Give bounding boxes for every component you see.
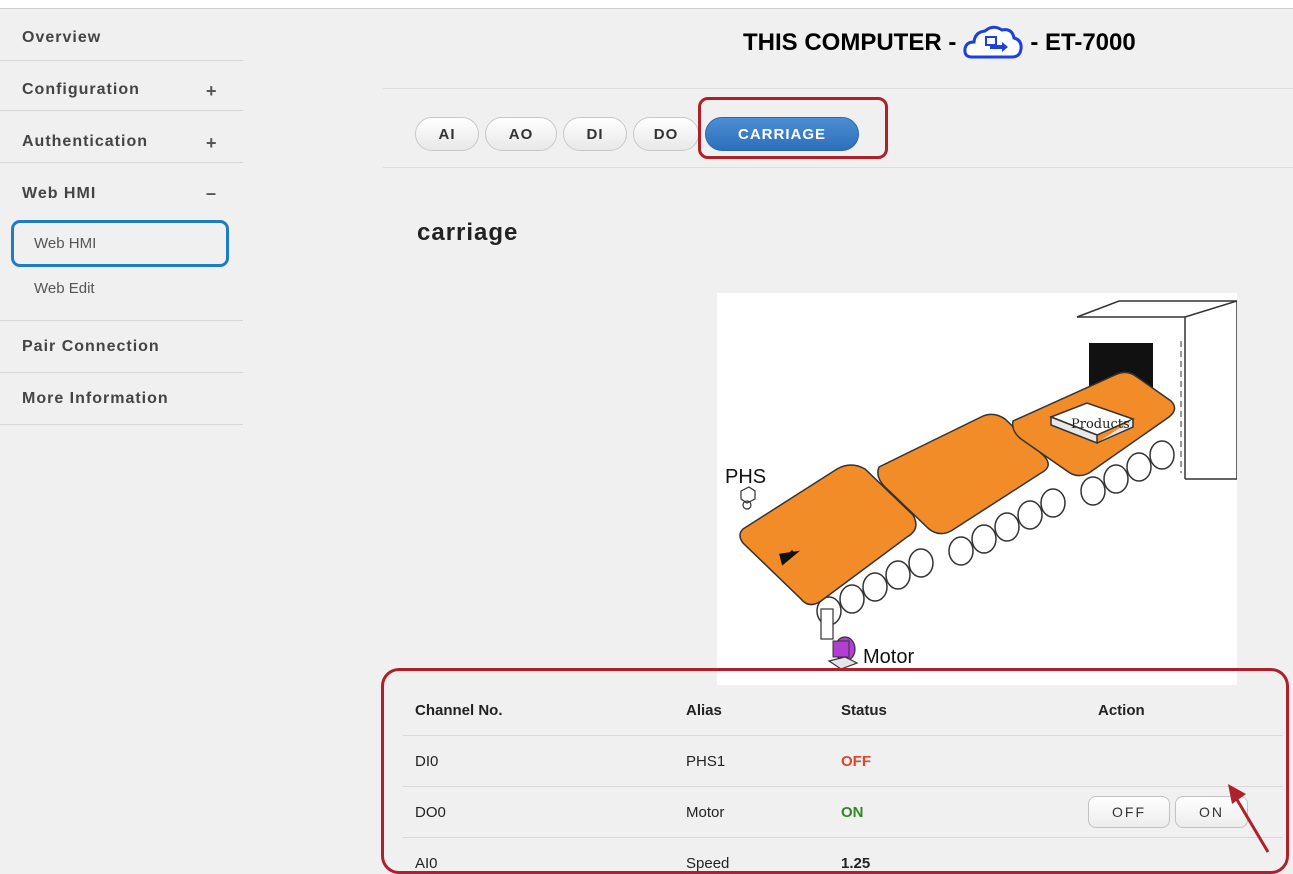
expand-icon[interactable]: + <box>206 133 218 154</box>
sidebar-item-label: Overview <box>22 29 102 46</box>
sidebar-item-label: Authentication <box>22 133 148 150</box>
page-title: carriage <box>417 219 519 246</box>
divider <box>383 167 1293 168</box>
tab-ao[interactable]: AO <box>485 117 557 151</box>
sidebar-item-label: More Information <box>22 390 169 407</box>
sidebar-item-label: Pair Connection <box>22 338 160 355</box>
header-source: THIS COMPUTER - <box>743 29 957 56</box>
sidebar-subitem-web-edit[interactable]: Web Edit <box>34 280 95 297</box>
pointer-arrow-icon <box>1228 784 1270 853</box>
table-highlight <box>381 668 1289 874</box>
sidebar-item-configuration[interactable]: Configuration + <box>0 61 243 111</box>
sidebar: Overview Configuration + Authentication … <box>0 8 243 874</box>
collapse-icon[interactable]: – <box>206 183 217 204</box>
products-label: Products <box>1071 417 1130 432</box>
divider <box>383 88 1293 89</box>
motor-label: Motor <box>863 646 914 668</box>
selection-highlight <box>11 220 229 267</box>
sidebar-item-overview[interactable]: Overview <box>0 9 243 61</box>
cloud-icon <box>963 25 1023 59</box>
tab-highlight <box>698 97 888 159</box>
sidebar-item-more-information[interactable]: More Information <box>0 373 243 425</box>
sidebar-item-authentication[interactable]: Authentication + <box>0 111 243 163</box>
tab-di[interactable]: DI <box>563 117 627 151</box>
tab-do[interactable]: DO <box>633 117 699 151</box>
expand-icon[interactable]: + <box>206 81 218 102</box>
tab-ai[interactable]: AI <box>415 117 479 151</box>
page-header: THIS COMPUTER - - ET-7000 <box>743 23 1136 63</box>
header-target: - ET-7000 <box>1030 29 1136 56</box>
phs-label: PHS <box>725 466 766 488</box>
sidebar-item-label: Web HMI <box>22 185 97 202</box>
conveyor-illustration: Products PHS Motor <box>725 300 1237 670</box>
sidebar-item-label: Configuration <box>22 81 140 98</box>
sidebar-item-pair-connection[interactable]: Pair Connection <box>0 321 243 373</box>
conveyor-diagram: Products PHS Motor <box>717 293 1237 685</box>
